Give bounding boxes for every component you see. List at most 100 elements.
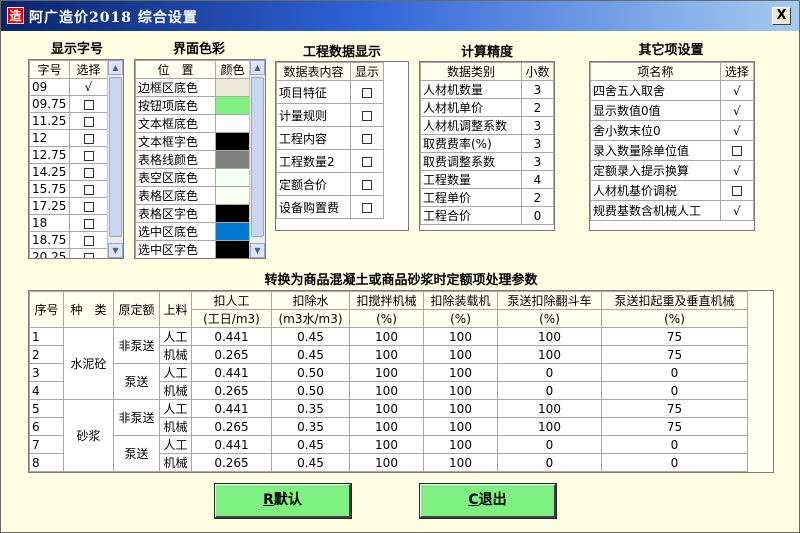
color-swatch[interactable] [215,204,250,223]
font-size-row[interactable]: 09.75 [29,95,108,113]
row-loader[interactable]: 100 [423,435,498,454]
row-mixer[interactable]: 100 [349,453,424,472]
row-labor[interactable]: 0.441 [191,327,272,346]
other-setting-row[interactable]: 舍小数末位0 √ [590,120,754,141]
font-size-select[interactable] [69,95,108,113]
checkbox-icon[interactable] [361,133,372,144]
row-crane[interactable]: 0 [601,381,748,400]
table-row[interactable]: 7 泵送 人工 0.441 0.45 100 100 0 0 [29,435,748,472]
other-setting-select[interactable] [719,180,754,201]
project-display-checkbox[interactable] [349,103,385,127]
row-mixer[interactable]: 100 [349,399,424,418]
other-setting-select[interactable]: √ [719,160,754,181]
font-size-select[interactable] [69,231,108,249]
checkbox-icon[interactable] [83,252,94,258]
precision-value[interactable]: 0 [521,206,554,225]
checkbox-icon[interactable] [83,116,94,127]
row-mixer[interactable]: 100 [349,417,424,436]
exit-button[interactable]: C退出 [419,483,557,519]
scroll-up-icon[interactable]: ▲ [250,60,265,75]
project-display-row[interactable]: 工程内容 [276,126,385,150]
color-swatch[interactable] [215,240,250,258]
scroll-up-icon[interactable]: ▲ [108,60,123,75]
row-mixer[interactable]: 100 [349,327,424,346]
row-pump[interactable]: 100 [497,345,602,364]
row-crane[interactable]: 75 [601,327,748,346]
row-loader[interactable]: 100 [423,381,498,400]
row-water[interactable]: 0.35 [271,399,350,418]
color-swatch[interactable] [215,150,250,169]
row-water[interactable]: 0.35 [271,417,350,436]
font-size-row[interactable]: 18.75 [29,231,108,249]
project-display-row[interactable]: 计量规则 [276,103,385,127]
color-row[interactable]: 选中区底色 [135,222,250,241]
other-setting-select[interactable]: √ [719,200,754,221]
precision-row[interactable]: 人材机单价 2 [420,98,554,117]
font-size-row[interactable]: 09 √ [29,78,108,96]
color-row[interactable]: 活动行底色 [136,259,250,260]
font-size-select[interactable] [69,112,108,130]
row-pump[interactable]: 100 [497,417,602,436]
precision-row[interactable]: 工程合价 0 [420,206,554,225]
row-water[interactable]: 0.50 [271,363,350,382]
colors-scrollbar[interactable]: ▲ ▼ [249,60,265,258]
row-mixer[interactable]: 100 [349,345,424,364]
precision-value[interactable]: 4 [521,170,554,189]
checkbox-icon[interactable] [83,184,94,195]
precision-row[interactable]: 工程数量 4 [420,170,554,189]
precision-value[interactable]: 2 [521,98,554,117]
row-labor[interactable]: 0.441 [191,363,272,382]
other-setting-row[interactable]: 定额录入提示换算 √ [590,160,754,181]
other-setting-select[interactable]: √ [719,120,754,141]
row-crane[interactable]: 75 [601,345,748,364]
row-crane[interactable]: 75 [601,399,748,418]
font-size-select[interactable] [69,163,108,181]
row-labor[interactable]: 0.265 [191,417,272,436]
row-pump[interactable]: 100 [497,327,602,346]
font-size-row[interactable]: 12.75 [29,146,108,164]
scroll-down-icon[interactable]: ▼ [108,243,123,258]
precision-row[interactable]: 工程单价 2 [420,188,554,207]
row-mixer[interactable]: 100 [349,435,424,454]
color-swatch[interactable] [215,96,250,115]
table-row[interactable]: 5 砂浆 非泵送 人工 0.441 0.35 100 100 100 75 [29,399,748,472]
row-labor[interactable]: 0.265 [191,453,272,472]
color-row[interactable]: 文本框字色 [135,132,250,151]
project-display-checkbox[interactable] [349,126,385,150]
font-size-row[interactable]: 17.25 [29,197,108,215]
row-loader[interactable]: 100 [423,453,498,472]
checkbox-icon[interactable] [361,202,372,213]
font-size-select[interactable] [69,146,108,164]
color-row[interactable]: 选中区字色 [135,240,250,258]
font-size-select[interactable] [69,197,108,215]
precision-value[interactable]: 2 [521,188,554,207]
row-loader[interactable]: 100 [423,327,498,346]
row-loader[interactable]: 100 [423,417,498,436]
color-row[interactable]: 文本框底色 [135,114,250,133]
precision-row[interactable]: 人材机数量 3 [420,80,554,99]
color-row[interactable]: 表格区字色 [135,204,250,223]
precision-value[interactable]: 3 [521,152,554,171]
project-display-checkbox[interactable] [349,80,385,104]
checkbox-icon[interactable] [731,146,742,156]
project-display-row[interactable]: 项目特征 [276,80,385,104]
font-size-scrollbar[interactable]: ▲ ▼ [107,60,123,258]
color-swatch[interactable] [215,78,250,97]
checkbox-icon[interactable] [83,133,94,144]
precision-value[interactable]: 3 [521,134,554,153]
row-labor[interactable]: 0.265 [191,345,272,364]
other-setting-select[interactable]: √ [719,100,754,121]
row-labor[interactable]: 0.265 [191,381,272,400]
font-size-row[interactable]: 15.75 [29,180,108,198]
default-button[interactable]: R默认 [214,483,352,519]
precision-value[interactable]: 3 [521,116,554,135]
row-pump[interactable]: 0 [497,363,602,382]
project-display-checkbox[interactable] [349,172,385,196]
precision-row[interactable]: 人材机调整系数 3 [420,116,554,135]
other-setting-row[interactable]: 录入数量除单位值 [590,140,754,161]
font-size-select[interactable] [69,248,108,258]
row-labor[interactable]: 0.441 [191,435,272,454]
row-loader[interactable]: 100 [423,399,498,418]
row-loader[interactable]: 100 [423,345,498,364]
font-size-row[interactable]: 12 [29,129,108,147]
